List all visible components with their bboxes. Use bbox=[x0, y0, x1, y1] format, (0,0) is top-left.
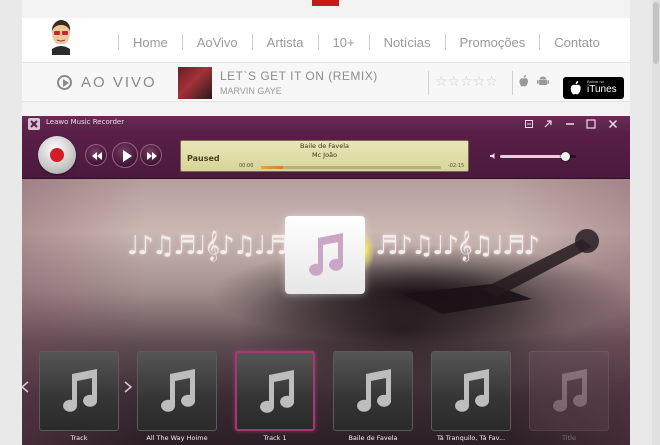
volume-slider[interactable] bbox=[500, 152, 576, 161]
album-card[interactable]: Title bbox=[529, 351, 609, 442]
album-card[interactable]: Track bbox=[39, 351, 119, 442]
nav-artista[interactable]: Artista bbox=[267, 35, 304, 50]
itunes-apple-icon bbox=[570, 81, 581, 95]
album-artwork[interactable] bbox=[333, 351, 413, 431]
window-external-icon[interactable] bbox=[541, 117, 555, 131]
header-accent bbox=[312, 0, 339, 6]
rating-stars[interactable]: ☆☆☆☆☆ bbox=[435, 75, 498, 89]
album-artwork[interactable] bbox=[137, 351, 217, 431]
app-titlebar[interactable]: Leawo Music Recorder bbox=[22, 116, 630, 132]
music-note-icon bbox=[63, 369, 98, 412]
album-label: Track bbox=[70, 434, 88, 442]
main-nav: Home AoVivo Artista 10+ Notícias Promoçõ… bbox=[104, 34, 600, 50]
app-title: Leawo Music Recorder bbox=[46, 118, 125, 126]
album-label: All The Way Hoime bbox=[146, 434, 208, 442]
nav-divider bbox=[317, 34, 319, 50]
album-card[interactable]: Baile de Favela bbox=[333, 351, 413, 442]
divider bbox=[512, 71, 513, 95]
display-artist: Mc João bbox=[311, 151, 338, 159]
album-card[interactable]: Tá Tranquilo, Tá Fav... bbox=[431, 351, 511, 442]
leawo-app-window: Leawo Music Recorder Baile de Favela Mc … bbox=[22, 116, 630, 445]
elapsed-time: 00:00 bbox=[239, 163, 254, 169]
itunes-label: iTunes bbox=[587, 84, 617, 95]
chevron-right-icon[interactable] bbox=[123, 381, 133, 393]
album-artwork[interactable] bbox=[39, 351, 119, 431]
nav-divider bbox=[368, 34, 370, 50]
play-circle-icon[interactable] bbox=[57, 75, 72, 90]
music-note-icon bbox=[455, 369, 490, 412]
now-playing-album-art bbox=[178, 67, 212, 99]
album-artwork[interactable] bbox=[529, 351, 609, 431]
music-note-icon bbox=[309, 233, 344, 276]
star-icon[interactable]: ☆☆☆☆☆ bbox=[435, 75, 498, 89]
nav-contato[interactable]: Contato bbox=[554, 35, 600, 50]
live-player-bar: AO VIVO LET`S GET IT ON (REMIX) MARVIN G… bbox=[22, 62, 630, 102]
progress-fill bbox=[261, 166, 283, 169]
album-artwork[interactable] bbox=[235, 351, 315, 431]
avatar-logo[interactable] bbox=[48, 19, 74, 55]
page-scrollbar[interactable] bbox=[652, 0, 660, 445]
display-song-title: Baile de Favela bbox=[299, 142, 350, 150]
android-icon[interactable] bbox=[537, 75, 549, 87]
leawo-logo-icon bbox=[28, 118, 40, 130]
divider bbox=[428, 71, 429, 95]
window-maximize-icon[interactable] bbox=[584, 117, 598, 131]
album-label: Track 1 bbox=[263, 434, 287, 442]
itunes-download-button[interactable]: Baixar no iTunes bbox=[563, 77, 624, 99]
nav-promocoes[interactable]: Promoções bbox=[460, 35, 526, 50]
playback-controls: Baile de Favela Mc João Paused 00:00 -02… bbox=[22, 132, 630, 179]
album-card-selected[interactable]: Track 1 bbox=[235, 351, 315, 442]
progress-track[interactable] bbox=[261, 166, 441, 169]
artwork-glow bbox=[365, 231, 375, 271]
volume-knob[interactable] bbox=[560, 152, 570, 161]
play-icon bbox=[123, 150, 132, 162]
track-display: Baile de Favela Mc João Paused 00:00 -02… bbox=[180, 140, 469, 172]
nav-home[interactable]: Home bbox=[133, 35, 168, 50]
volume-icon[interactable] bbox=[489, 152, 497, 160]
music-note-icon bbox=[553, 369, 588, 412]
play-button[interactable] bbox=[112, 142, 138, 168]
scrollbar-thumb[interactable] bbox=[653, 2, 659, 64]
music-note-icon bbox=[161, 369, 196, 412]
album-carousel: Track All The Way Hoime Track 1 Baile de… bbox=[22, 351, 630, 445]
window-menu-icon[interactable] bbox=[522, 117, 536, 131]
nav-divider bbox=[251, 34, 253, 50]
nav-divider bbox=[181, 34, 183, 50]
window-minimize-icon[interactable] bbox=[563, 117, 577, 131]
rewind-button[interactable] bbox=[85, 144, 107, 166]
music-notes-left: ♩♪♫♬♩𝄞♪♫♩♬ bbox=[127, 231, 288, 261]
nav-aovivo[interactable]: AoVivo bbox=[197, 35, 238, 50]
window-close-icon[interactable] bbox=[606, 117, 620, 131]
now-recording-artwork bbox=[285, 216, 365, 294]
nav-top10[interactable]: 10+ bbox=[333, 35, 355, 50]
remaining-time: -02:15 bbox=[448, 163, 465, 169]
now-playing-artist: MARVIN GAYE bbox=[220, 86, 282, 96]
nav-noticias[interactable]: Notícias bbox=[384, 35, 431, 50]
nav-divider bbox=[444, 34, 446, 50]
album-label: Title bbox=[562, 434, 576, 442]
live-label[interactable]: AO VIVO bbox=[81, 74, 157, 91]
apple-icon[interactable] bbox=[519, 75, 529, 87]
volume-fill bbox=[500, 155, 565, 158]
forward-button[interactable] bbox=[140, 144, 162, 166]
rewind-icon bbox=[92, 152, 102, 160]
music-note-icon bbox=[260, 370, 295, 413]
nav-divider bbox=[118, 34, 119, 50]
site-navbar: Home AoVivo Artista 10+ Notícias Promoçõ… bbox=[22, 18, 630, 68]
nav-divider bbox=[539, 34, 541, 50]
forward-icon bbox=[147, 152, 157, 160]
now-playing-title: LET`S GET IT ON (REMIX) bbox=[220, 69, 378, 83]
album-label: Baile de Favela bbox=[348, 434, 398, 442]
visualizer-stage: ♩♪♫♬♩𝄞♪♫♩♬ ♬♪♫♩♪𝄞♫♩♬♪ Track All The Way … bbox=[22, 179, 630, 445]
record-button[interactable] bbox=[38, 136, 76, 174]
album-artwork[interactable] bbox=[431, 351, 511, 431]
album-card[interactable]: All The Way Hoime bbox=[137, 351, 217, 442]
music-note-icon bbox=[357, 369, 392, 412]
playback-status: Paused bbox=[187, 154, 220, 163]
music-notes-right: ♬♪♫♩♪𝄞♫♩♬♪ bbox=[375, 231, 540, 261]
album-label: Tá Tranquilo, Tá Fav... bbox=[436, 434, 506, 442]
chevron-left-icon[interactable] bbox=[22, 381, 30, 393]
